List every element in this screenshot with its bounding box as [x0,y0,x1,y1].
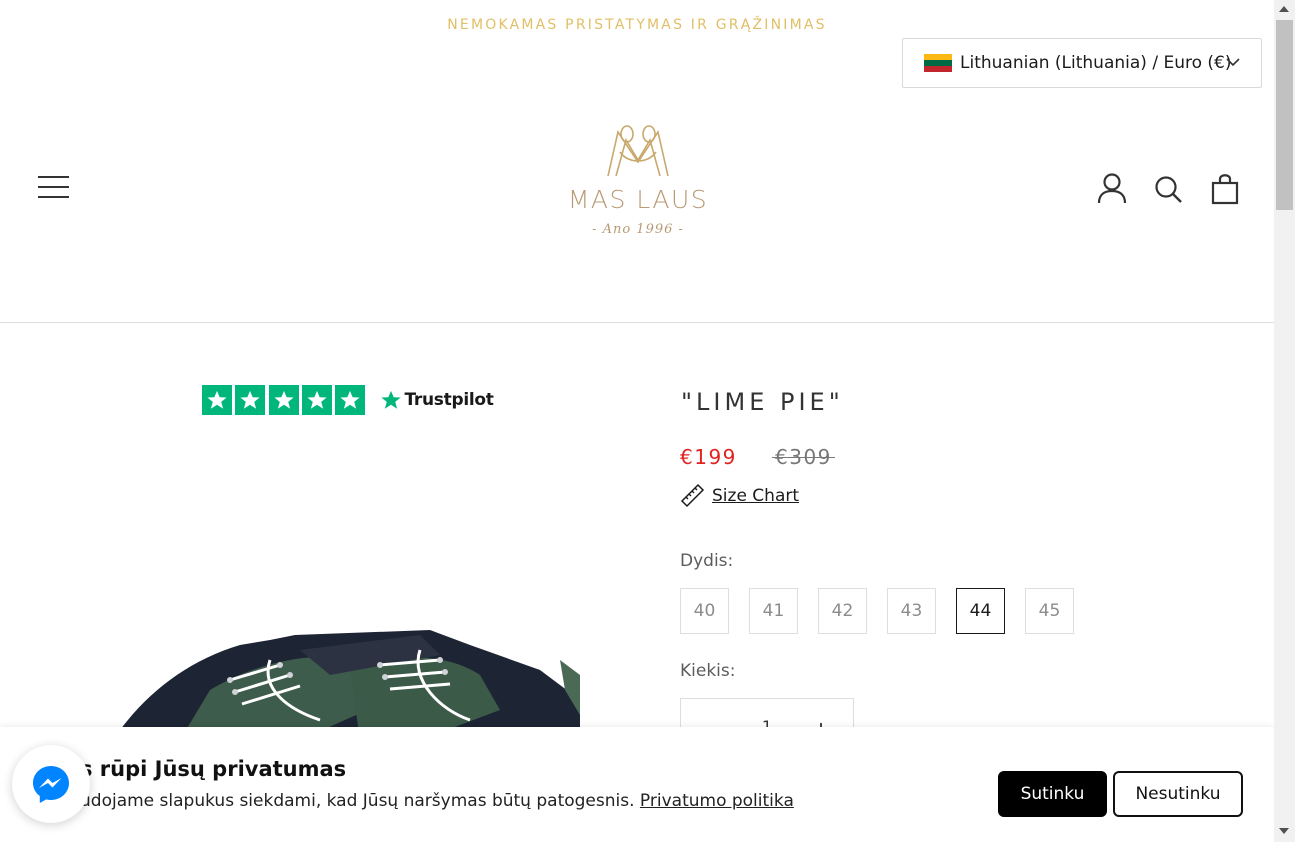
trustpilot-star-icon [381,390,402,409]
scrollbar[interactable] [1274,0,1295,842]
size-selector: 40 41 42 43 44 45 [680,588,1094,634]
ruler-icon [680,483,705,508]
sale-price: €199 [680,445,737,469]
lithuania-flag-icon [924,54,952,72]
product-title: "LIME PIE" [681,388,844,416]
cookie-message: udojame slapukus siekdami, kad Jūsų narš… [80,791,635,811]
cookie-banner: s rūpi Jūsų privatumas udojame slapukus … [0,727,1274,842]
size-option[interactable]: 43 [887,588,936,634]
size-option[interactable]: 45 [1025,588,1074,634]
cookie-title: s rūpi Jūsų privatumas [80,757,347,781]
cookie-text: udojame slapukus siekdami, kad Jūsų narš… [80,791,794,811]
product-image[interactable] [120,620,590,740]
size-chart-link[interactable]: Size Chart [680,483,799,508]
header-divider [0,322,1274,323]
scroll-thumb[interactable] [1276,20,1293,210]
size-option-selected[interactable]: 44 [956,588,1005,634]
page: NEMOKAMAS PRISTATYMAS IR GRĄŽINIMAS Lith… [0,0,1274,842]
star-icon [335,385,366,415]
star-icon [301,385,332,415]
star-icon [235,385,266,415]
logo[interactable]: MAS LAUS - Ano 1996 - [558,122,718,244]
cart-icon[interactable] [1210,172,1242,206]
compare-price: €309 [772,445,835,469]
size-option[interactable]: 40 [680,588,729,634]
logo-monogram-icon [607,125,669,177]
size-chart-label: Size Chart [712,485,800,506]
locale-selector[interactable]: Lithuanian (Lithuania) / Euro (€) [902,38,1262,88]
trustpilot-logo: Trustpilot [380,389,494,411]
locale-label: Lithuanian (Lithuania) / Euro (€) [960,53,1232,73]
size-option[interactable]: 41 [749,588,798,634]
accept-button[interactable]: Sutinku [998,771,1107,817]
trustpilot-rating[interactable]: Trustpilot [202,385,494,415]
search-icon[interactable] [1153,172,1185,206]
trustpilot-brand: Trustpilot [404,390,494,410]
hamburger-icon[interactable] [38,176,69,198]
privacy-policy-link[interactable]: Privatumo politika [640,791,794,811]
logo-name: MAS LAUS [567,185,709,214]
scroll-down-icon[interactable] [1279,828,1289,834]
logo-tagline: - Ano 1996 - [592,222,684,237]
messenger-chat-button[interactable] [12,745,90,823]
chevron-down-icon [1226,58,1240,67]
scroll-up-icon[interactable] [1279,6,1289,12]
messenger-icon [33,766,69,803]
decline-button[interactable]: Nesutinku [1113,771,1243,817]
account-icon[interactable] [1096,172,1128,206]
size-label: Dydis: [680,551,734,571]
announcement-bar: NEMOKAMAS PRISTATYMAS IR GRĄŽINIMAS [447,17,827,33]
size-option[interactable]: 42 [818,588,867,634]
star-icon [202,385,232,415]
quantity-label: Kiekis: [680,661,736,681]
star-icon [268,385,299,415]
